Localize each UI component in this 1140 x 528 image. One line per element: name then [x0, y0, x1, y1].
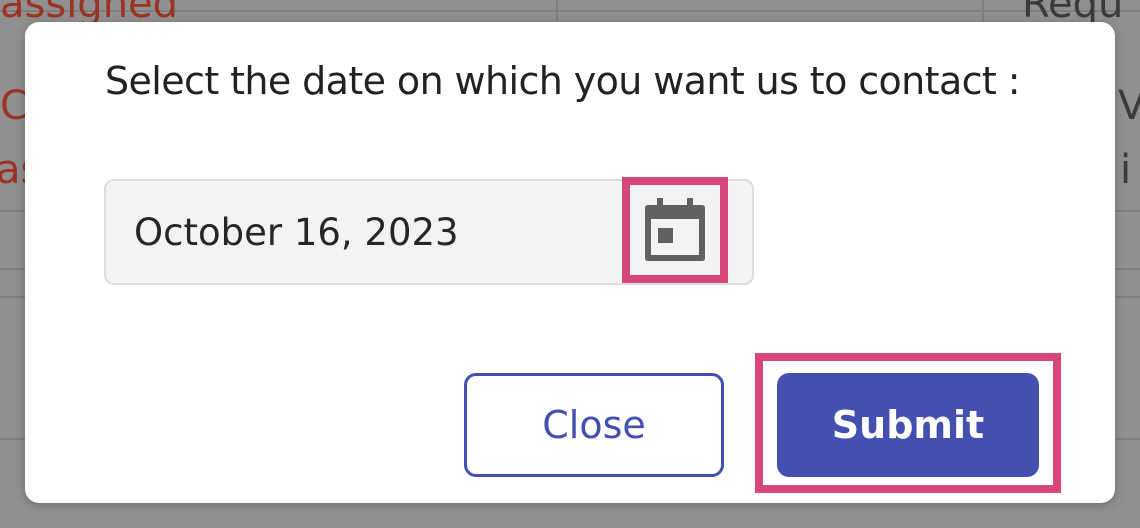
background-column-text: Requ — [1022, 0, 1124, 27]
table-row-divider — [1115, 296, 1140, 298]
table-row-divider — [1115, 268, 1140, 270]
background-fragment: i — [1120, 147, 1132, 193]
background-fragment: V — [1118, 83, 1140, 129]
date-value[interactable]: October 16, 2023 — [134, 210, 459, 256]
table-row-divider — [1115, 210, 1140, 212]
table-row-divider — [0, 210, 25, 212]
modal-prompt: Select the date on which you want us to … — [105, 59, 1021, 103]
date-picker-modal: Select the date on which you want us to … — [25, 22, 1115, 503]
close-button[interactable]: Close — [464, 373, 724, 477]
background-status-text: assigned — [0, 0, 179, 27]
table-row-divider — [1115, 438, 1140, 440]
table-row-divider — [0, 268, 25, 270]
table-divider — [556, 0, 558, 24]
background-fragment: C — [0, 83, 28, 129]
calendar-icon — [645, 198, 705, 261]
table-row-divider — [0, 438, 25, 440]
date-input[interactable]: October 16, 2023 — [104, 177, 754, 285]
table-row-divider — [0, 296, 25, 298]
submit-button[interactable]: Submit — [777, 373, 1039, 477]
calendar-button[interactable] — [622, 177, 728, 283]
table-divider — [982, 0, 984, 24]
